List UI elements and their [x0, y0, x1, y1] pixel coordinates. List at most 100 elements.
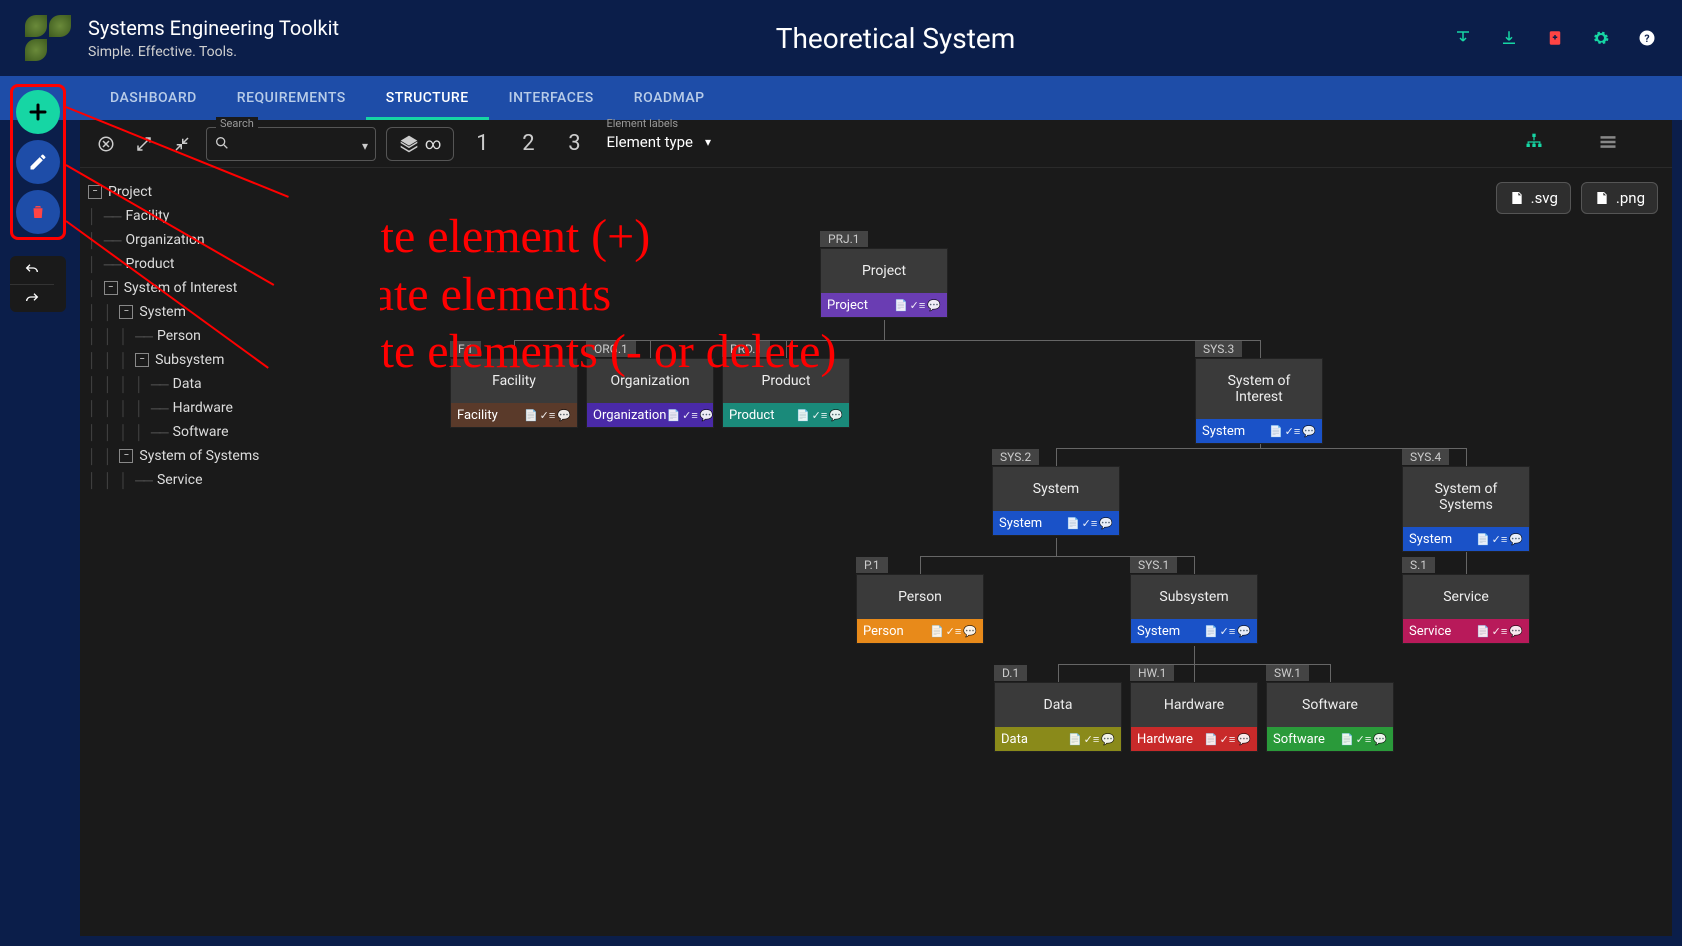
tree-node[interactable]: │ │ │ ──Service [88, 468, 372, 492]
nav-tab-roadmap[interactable]: ROADMAP [614, 76, 725, 120]
diagram-node[interactable]: SW.1SoftwareSoftware📄✓≡💬 [1266, 682, 1394, 752]
search-input[interactable] [206, 127, 376, 161]
diagram-node[interactable]: ORG.1OrganizationOrganization📄✓≡💬 [586, 358, 714, 428]
doc-icon: 📄 [930, 625, 944, 638]
delete-element-button[interactable] [16, 190, 60, 234]
nav-tab-interfaces[interactable]: INTERFACES [489, 76, 614, 120]
diagram-node[interactable]: SYS.2SystemSystem📄✓≡💬 [992, 466, 1120, 536]
list-view-toggle[interactable] [1586, 124, 1630, 164]
comment-icon: 💬 [1101, 733, 1115, 746]
node-title: Software [1267, 683, 1393, 727]
export-svg-button[interactable]: .svg [1496, 182, 1571, 214]
search-label: Search [216, 117, 258, 130]
diagram-node[interactable]: F.1FacilityFacility📄✓≡💬 [450, 358, 578, 428]
project-title: Theoretical System [339, 22, 1452, 55]
node-title: Project [821, 249, 947, 293]
create-element-button[interactable] [16, 90, 60, 134]
tree-node[interactable]: │ ──Organization [88, 228, 372, 252]
comment-icon: 💬 [557, 409, 571, 422]
diagram-canvas[interactable]: .svg .png PRJ.1ProjectProject📄✓≡💬 F.1 Faci… [380, 168, 1672, 936]
download-icon[interactable] [1498, 27, 1520, 49]
diagram-node[interactable]: D.1DataData📄✓≡💬 [994, 682, 1122, 752]
node-title: Organization [587, 359, 713, 403]
node-id: PRD.1 [722, 341, 770, 357]
doc-icon: 📄 [666, 409, 680, 422]
undo-button[interactable] [10, 256, 54, 284]
tree-node[interactable]: │ │ │ │ ──Data [88, 372, 372, 396]
tree-view-toggle[interactable] [1512, 124, 1556, 164]
settings-icon[interactable] [1590, 27, 1612, 49]
check-icon: ✓≡ [910, 299, 926, 312]
update-element-button[interactable] [16, 140, 60, 184]
node-id: SYS.3 [1195, 341, 1242, 357]
diagram-node[interactable]: HW.1HardwareHardware📄✓≡💬 [1130, 682, 1258, 752]
diagram-node[interactable]: SYS.4System of SystemsSystem📄✓≡💬 [1402, 466, 1530, 552]
help-icon[interactable]: ? [1636, 27, 1658, 49]
svg-text:?: ? [1644, 32, 1649, 45]
node-footer: Facility📄✓≡💬 [451, 403, 577, 427]
node-footer: System📄✓≡💬 [1403, 527, 1529, 551]
doc-icon: 📄 [524, 409, 538, 422]
node-id: SYS.1 [1130, 557, 1177, 573]
comment-icon: 💬 [829, 409, 843, 422]
diagram-node[interactable]: PRJ.1ProjectProject📄✓≡💬 [820, 248, 948, 318]
node-title: Person [857, 575, 983, 619]
tree-node[interactable]: │ │ │ │ ──Software [88, 420, 372, 444]
nav-tab-structure[interactable]: STRUCTURE [366, 76, 489, 120]
node-title: Product [723, 359, 849, 403]
node-title: Facility [451, 359, 577, 403]
node-footer: System📄✓≡💬 [1196, 419, 1322, 443]
comment-icon: 💬 [963, 625, 977, 638]
redo-button[interactable] [10, 284, 54, 312]
diagram-node[interactable]: SYS.1SubsystemSystem📄✓≡💬 [1130, 574, 1258, 644]
tree-node[interactable]: │ │ │ │ ──Hardware [88, 396, 372, 420]
node-id: SW.1 [1266, 665, 1309, 681]
structure-toolbar: Search ▾ ∞ 1 2 3 Element labels Element … [80, 120, 1672, 168]
node-id: SYS.4 [1402, 449, 1449, 465]
nav-tab-requirements[interactable]: REQUIREMENTS [217, 76, 366, 120]
tree-node[interactable]: │ ──Facility [88, 204, 372, 228]
depth-3-button[interactable]: 3 [556, 126, 592, 162]
comment-icon: 💬 [1302, 425, 1316, 438]
layers-button[interactable]: ∞ [386, 127, 454, 161]
export-png-button[interactable]: .png [1581, 182, 1658, 214]
doc-icon: 📄 [1476, 533, 1490, 546]
tree-node[interactable]: │ │ │ ──Person [88, 324, 372, 348]
infinity-icon: ∞ [425, 134, 441, 153]
element-labels-select[interactable]: Element type [602, 127, 719, 161]
node-footer: Product📄✓≡💬 [723, 403, 849, 427]
tree-node[interactable]: │ │ │ −Subsystem [88, 348, 372, 372]
add-doc-icon[interactable] [1544, 27, 1566, 49]
node-title: Hardware [1131, 683, 1257, 727]
diagram-node[interactable]: PRD.1ProductProduct📄✓≡💬 [722, 358, 850, 428]
nav-tab-dashboard[interactable]: DASHBOARD [90, 76, 217, 120]
node-footer: Hardware📄✓≡💬 [1131, 727, 1257, 751]
node-id: HW.1 [1130, 665, 1174, 681]
comment-icon: 💬 [700, 409, 714, 422]
diagram-node[interactable]: P.1PersonPerson📄✓≡💬 [856, 574, 984, 644]
node-footer: Person📄✓≡💬 [857, 619, 983, 643]
tree-node[interactable]: │ −System of Interest [88, 276, 372, 300]
node-footer: System📄✓≡💬 [1131, 619, 1257, 643]
node-footer: Project📄✓≡💬 [821, 293, 947, 317]
tree-node[interactable]: │ │ −System [88, 300, 372, 324]
tree-pane[interactable]: −Project│ ──Facility│ ──Organization│ ──… [80, 168, 380, 936]
node-footer: Software📄✓≡💬 [1267, 727, 1393, 751]
clear-icon[interactable] [92, 130, 120, 158]
node-id: F.1 [450, 341, 481, 357]
check-icon: ✓≡ [1492, 533, 1508, 546]
doc-icon: 📄 [1066, 517, 1080, 530]
diagram-node[interactable]: S.1ServiceService📄✓≡💬 [1402, 574, 1530, 644]
tree-node[interactable]: │ ──Product [88, 252, 372, 276]
import-icon[interactable] [1452, 27, 1474, 49]
tree-node[interactable]: │ │ −System of Systems [88, 444, 372, 468]
check-icon: ✓≡ [1285, 425, 1301, 438]
comment-icon: 💬 [927, 299, 941, 312]
depth-1-button[interactable]: 1 [464, 126, 500, 162]
diagram-node[interactable]: SYS.3System of InterestSystem📄✓≡💬 [1195, 358, 1323, 444]
check-icon: ✓≡ [682, 409, 698, 422]
crud-buttons-group [10, 84, 66, 240]
node-title: Data [995, 683, 1121, 727]
search-dropdown-icon[interactable]: ▾ [362, 139, 368, 153]
depth-2-button[interactable]: 2 [510, 126, 546, 162]
